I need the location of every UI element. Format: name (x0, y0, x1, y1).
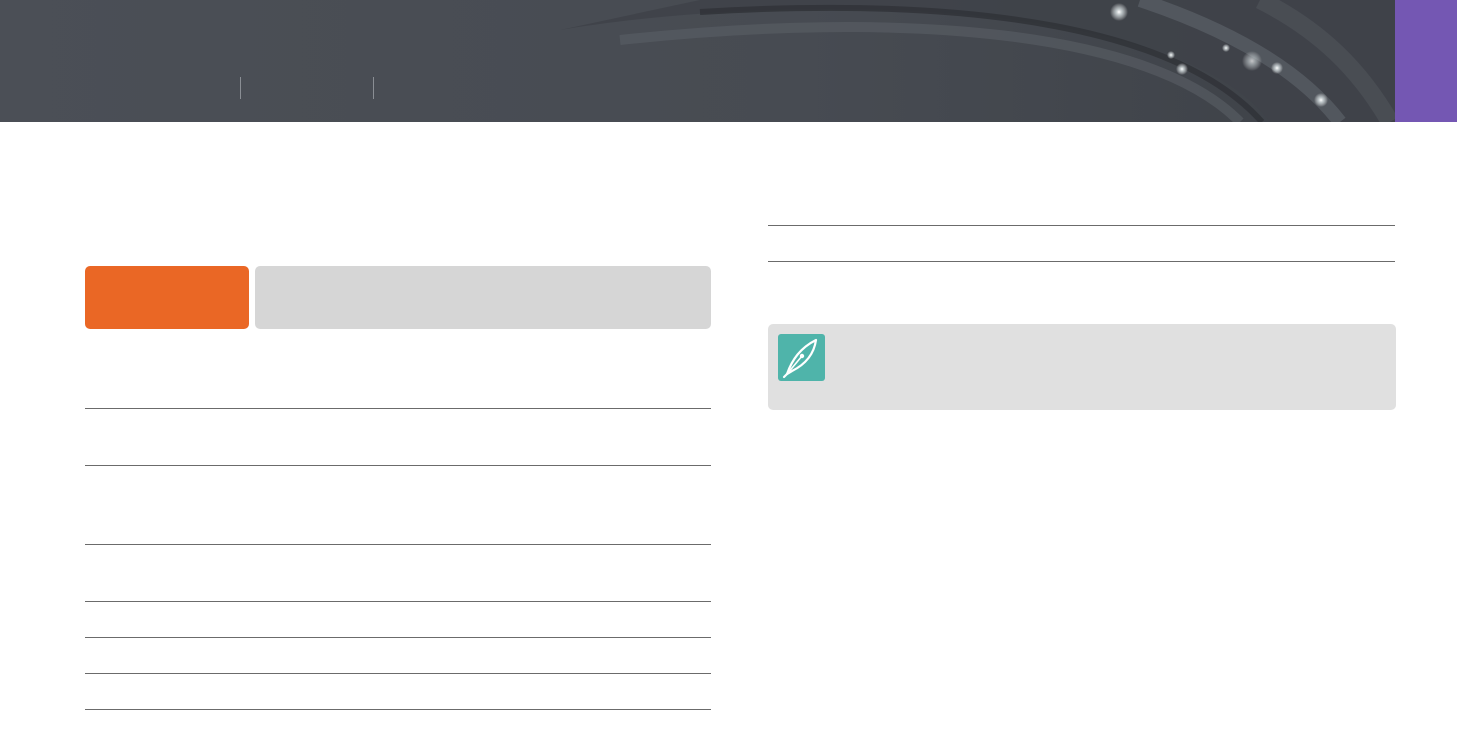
chapter-tab[interactable] (1395, 0, 1457, 122)
breadcrumb-divider (373, 77, 374, 99)
table-row (85, 638, 711, 674)
table-row (768, 226, 1395, 262)
table-row (85, 545, 711, 602)
table-row (85, 674, 711, 710)
header-banner (0, 0, 1457, 122)
section-tab (85, 266, 249, 329)
settings-table (768, 190, 1395, 262)
pen-nib-icon (778, 334, 825, 381)
table-row (85, 602, 711, 638)
table-row (85, 374, 711, 409)
section-description-bar (255, 266, 711, 329)
table-row (85, 466, 711, 545)
options-table (85, 374, 711, 710)
breadcrumb-divider (240, 77, 241, 99)
table-row (85, 409, 711, 466)
banner-artwork (0, 0, 1457, 122)
note-box (768, 324, 1396, 410)
table-row (768, 190, 1395, 226)
